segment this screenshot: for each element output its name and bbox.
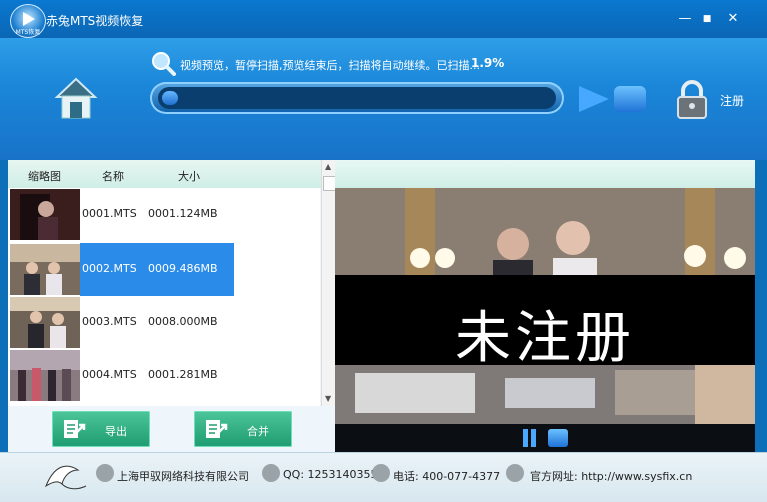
table-row[interactable]: 0003.MTS 0008.000MB (8, 296, 320, 349)
app-window: MTS恢复 赤兔MTS视频恢复 — ■ ✕ 视频预览，暂停扫描,预览结束后，扫描… (0, 0, 767, 502)
qq-icon (262, 464, 280, 482)
progress-fill (162, 91, 178, 105)
scroll-down-arrow-icon[interactable]: ▼ (325, 394, 331, 403)
table-row[interactable]: 0002.MTS 0009.486MB (8, 243, 320, 296)
merge-button-label: 合并 (247, 425, 269, 438)
unregistered-text: 未注册 (455, 306, 635, 371)
website-link[interactable]: 官方网址: http://www.sysfix.cn (530, 468, 692, 484)
table-row[interactable]: 0004.MTS 0001.281MB (8, 349, 320, 402)
home-icon[interactable] (53, 75, 99, 121)
preview-stop-button[interactable] (548, 429, 568, 447)
phone-icon (372, 464, 390, 482)
column-thumbnail: 缩略图 (28, 170, 61, 183)
export-button[interactable]: 导出 (52, 411, 150, 447)
row-name: 0002.MTS (82, 262, 137, 275)
row-name: 0003.MTS (82, 315, 137, 328)
video-thumbnail (10, 244, 80, 295)
company-name: 上海甲驭网络科技有限公司 (117, 470, 249, 483)
register-link[interactable]: 注册 (720, 92, 744, 109)
row-name: 0001.MTS (82, 207, 137, 220)
progress-track (158, 87, 556, 109)
company-logo (44, 465, 87, 490)
search-icon (152, 52, 176, 76)
row-size: 0001.281MB (148, 368, 218, 381)
unregistered-watermark: 未注册 (335, 275, 755, 371)
lock-icon[interactable] (674, 80, 710, 120)
scan-status-text: 视频预览，暂停扫描,预览结束后，扫描将自动继续。已扫描... (180, 59, 480, 72)
play-button[interactable] (579, 86, 609, 112)
scan-progress-bar (150, 82, 564, 114)
export-button-label: 导出 (105, 425, 127, 438)
footer: 上海甲驭网络科技有限公司 QQ: 1253140355 电话: 400-077-… (0, 452, 767, 502)
website-icon (506, 464, 524, 482)
maximize-button[interactable]: ■ (698, 10, 716, 28)
minimize-button[interactable]: — (676, 10, 694, 28)
file-list: 0001.MTS 0001.124MB 0002.MTS 0009.486MB … (8, 188, 320, 406)
list-scrollbar[interactable]: ▲ ▼ (321, 160, 336, 406)
scroll-up-arrow-icon[interactable]: ▲ (325, 162, 331, 171)
row-size: 0001.124MB (148, 207, 218, 220)
row-size: 0008.000MB (148, 315, 218, 328)
merge-button[interactable]: 合并 (194, 411, 292, 447)
file-list-panel: 缩略图 名称 大小 0001.MTS 0001.124MB 0002.MTS 0… (8, 160, 336, 452)
scan-percent: 1.9% (471, 56, 505, 70)
stop-button[interactable] (614, 86, 646, 112)
row-name: 0004.MTS (82, 368, 137, 381)
column-size: 大小 (178, 170, 200, 183)
video-thumbnail (10, 297, 80, 348)
close-button[interactable]: ✕ (724, 10, 742, 28)
play-icon (23, 12, 35, 26)
row-size: 0009.486MB (148, 262, 218, 275)
file-list-header: 缩略图 名称 大小 (8, 160, 335, 188)
video-thumbnail (10, 350, 80, 401)
phone-number: 电话: 400-077-4377 (393, 470, 501, 483)
table-row[interactable]: 0001.MTS 0001.124MB (8, 188, 320, 241)
window-title: 赤兔MTS视频恢复 (46, 14, 144, 28)
app-logo: MTS恢复 (10, 4, 46, 38)
preview-header (335, 160, 755, 188)
company-icon (96, 464, 114, 482)
app-logo-label: MTS恢复 (15, 29, 41, 36)
title-bar: MTS恢复 赤兔MTS视频恢复 — ■ ✕ (0, 0, 767, 38)
qq-number[interactable]: QQ: 1253140355 (283, 468, 378, 481)
preview-controls (335, 424, 755, 452)
video-preview: 未注册 (335, 160, 755, 452)
column-name: 名称 (102, 170, 124, 183)
pause-icon[interactable] (523, 429, 537, 447)
video-thumbnail (10, 189, 80, 240)
